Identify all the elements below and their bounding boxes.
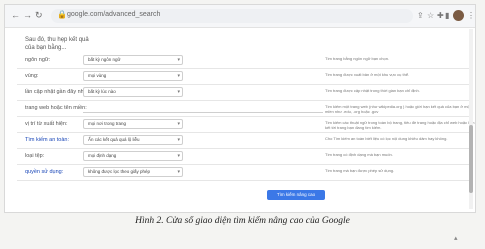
form-row: Tìm kiếm an toàn: Ẩn các kết quả quá lộ l… [17,133,471,149]
chevron-down-icon: ▾ [177,169,180,175]
share-icon[interactable]: ⇪ [417,11,424,21]
form-row-label: vùng: [25,73,39,79]
dropdown-select[interactable]: mọi nơi trong trang ▾ [83,119,183,129]
form-row-label: lần cập nhật gần đây nhất: [25,89,90,95]
avatar[interactable] [453,10,464,21]
form-row: vùng: mọi vùng ▾ Tìm trang được xuất bản ở … [17,69,471,85]
chevron-down-icon: ▾ [177,137,180,143]
form-row: loại tệp: mọi định dạng ▾ Tìm trang có định… [17,149,471,165]
form-row-help: Tìm trang được cập nhật trong thời gian … [325,88,420,93]
form-row-label: trang web hoặc tên miền: [25,105,87,111]
sidebar-icon[interactable]: ▮ [445,11,449,21]
forward-arrow-icon[interactable]: → [23,10,32,21]
star-icon[interactable]: ☆ [427,11,434,21]
form-row: quyền sử dụng: không được lọc theo giấy p… [17,165,471,181]
dropdown-value: mọi định dạng [88,153,117,158]
chevron-down-icon: ▾ [177,89,180,95]
dropdown-select[interactable]: không được lọc theo giấy phép ▾ [83,167,183,177]
form-row: trang web hoặc tên miền: Tìm kiếm một tra… [17,101,471,117]
more-vertical-icon[interactable]: ⋮ [467,11,475,21]
dropdown-select[interactable]: bất kỳ lúc nào ▾ [83,87,183,97]
back-arrow-icon[interactable]: ← [11,10,20,21]
chevron-down-icon: ▾ [177,153,180,159]
dropdown-select[interactable]: bất kỳ ngôn ngữ ▾ [83,55,183,65]
dropdown-select[interactable]: Ẩn các kết quả quá lộ liễu ▾ [83,135,183,145]
dropdown-value: không được lọc theo giấy phép [88,169,151,174]
url-text: google.com/advanced_search [67,11,161,18]
dropdown-select[interactable]: mọi vùng ▾ [83,71,183,81]
chevron-down-icon: ▾ [177,73,180,79]
form-row-help: Tìm trang bằng ngôn ngữ bạn chọn. [325,56,390,61]
dropdown-value: mọi vùng [88,73,107,78]
form-row-label: ngôn ngữ: [25,57,51,63]
site-domain-input[interactable] [83,103,323,113]
scrollbar-thumb[interactable] [469,125,473,193]
form-row: lần cập nhật gần đây nhất: bất kỳ lúc nào… [17,85,471,101]
lock-icon: 🔒 [57,10,67,19]
browser-toolbar: ← → ↻ 🔒 google.com/advanced_search ⇪ ☆ ✚… [5,5,475,28]
form-row-label: loại tệp: [25,153,45,159]
form-row-help: Tìm trang mà bạn được phép sử dụng. [325,168,395,173]
form-row-help: Tìm trang có định dạng mà bạn muốn. [325,152,393,157]
form-row-help: Tìm kiếm một trang web (như wikipedia.or… [325,104,471,114]
chevron-down-icon: ▾ [177,57,180,63]
form-row-help: Cho Tìm kiếm an toàn biết liệu có lọc nộ… [325,136,448,141]
page-corner-mark: ▴ [454,235,458,242]
extension-icon[interactable]: ✚ [437,11,444,21]
form-row-help: Tìm trang được xuất bản ở một khu vực cụ… [325,72,410,77]
section-intro: Sau đó, thu hẹp kết quả của bạn bằng... [25,37,89,51]
reload-icon[interactable]: ↻ [35,10,43,21]
browser-window: ← → ↻ 🔒 google.com/advanced_search ⇪ ☆ ✚… [4,4,476,213]
form-row-help: Tìm kiếm các thuật ngữ trong toàn bộ tra… [325,120,475,130]
chevron-down-icon: ▾ [177,121,180,127]
advanced-search-button[interactable]: Tìm kiếm nâng cao [267,190,325,200]
dropdown-select[interactable]: mọi định dạng ▾ [83,151,183,161]
address-bar[interactable]: 🔒 google.com/advanced_search [51,9,413,23]
dropdown-value: bất kỳ lúc nào [88,89,116,94]
form-row-label[interactable]: quyền sử dụng: [25,169,63,175]
dropdown-value: mọi nơi trong trang [88,121,126,126]
dropdown-value: bất kỳ ngôn ngữ [88,57,121,62]
figure-caption: Hình 2. Cửa sổ giao diện tìm kiếm nâng c… [135,216,350,226]
dropdown-value: Ẩn các kết quả quá lộ liễu [88,137,140,142]
form-row-label: vị trí từ xuất hiện: [25,121,68,127]
form-row: vị trí từ xuất hiện: mọi nơi trong trang ▾… [17,117,474,133]
form-row-label[interactable]: Tìm kiếm an toàn: [25,137,69,143]
row-divider [17,180,471,181]
form-row: ngôn ngữ: bất kỳ ngôn ngữ ▾ Tìm trang bằng … [17,53,471,69]
